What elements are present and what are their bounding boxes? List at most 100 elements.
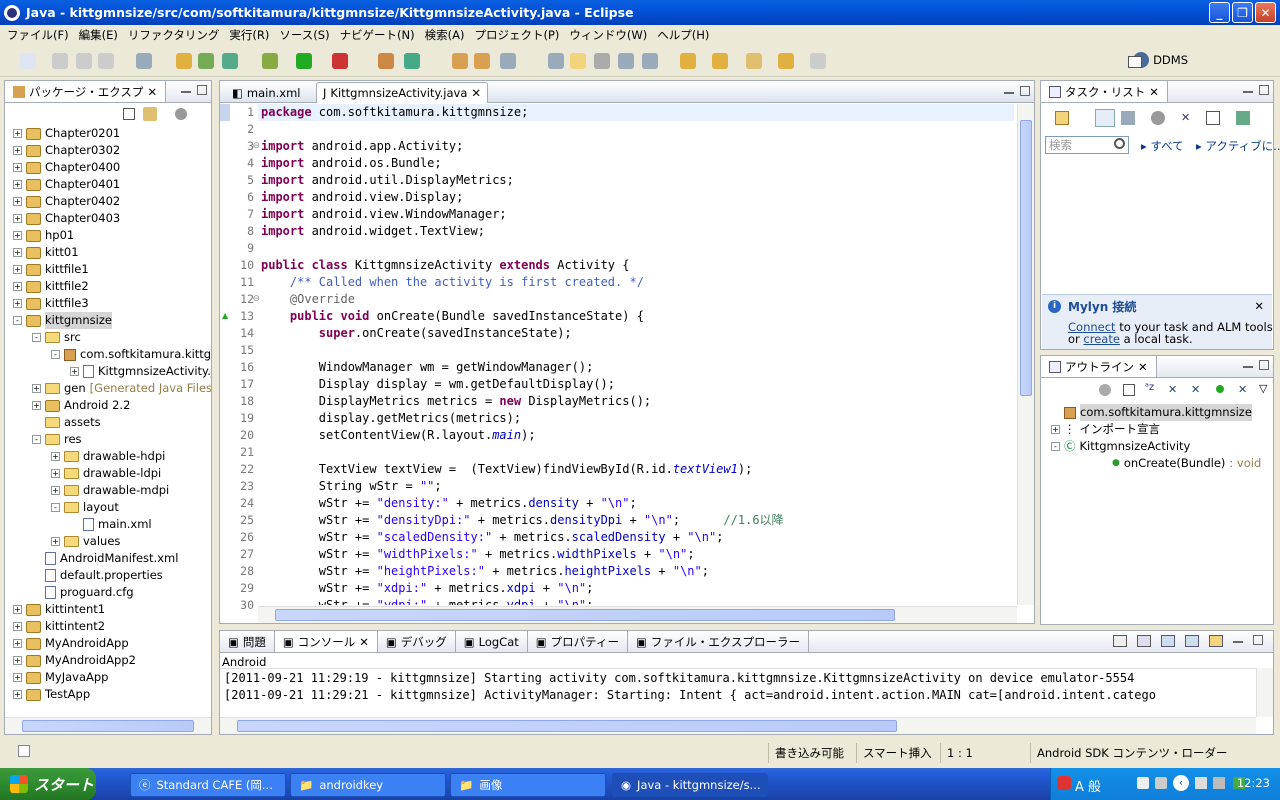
- tree-item[interactable]: + TestApp: [13, 686, 90, 703]
- expand-toggle-icon[interactable]: +: [13, 248, 22, 257]
- categorized-icon[interactable]: [1095, 109, 1115, 127]
- menu-item[interactable]: 実行(R): [224, 27, 274, 43]
- tree-item[interactable]: + gen [Generated Java Files]: [32, 380, 211, 397]
- taskbar-button[interactable]: ◉ Java - kittgmnsize/s...: [612, 773, 768, 797]
- menu-item[interactable]: ウィンドウ(W): [564, 27, 652, 43]
- expand-toggle-icon[interactable]: -: [32, 333, 41, 342]
- pin-console-icon[interactable]: [1161, 635, 1175, 647]
- bottom-tab[interactable]: ▣ LogCat: [456, 631, 528, 652]
- menu-item[interactable]: ファイル(F): [2, 27, 74, 43]
- antivirus-icon[interactable]: [1057, 776, 1071, 790]
- tree-item[interactable]: + KittgmnsizeActivity.j: [70, 363, 211, 380]
- expand-toggle-icon[interactable]: +: [13, 146, 22, 155]
- new-task-icon[interactable]: [1055, 111, 1069, 125]
- toolbar-button-icon[interactable]: [618, 53, 634, 69]
- tree-item[interactable]: default.properties: [32, 567, 163, 584]
- tree-item[interactable]: - kittgmnsize: [13, 312, 112, 329]
- expand-toggle-icon[interactable]: +: [13, 214, 22, 223]
- expand-toggle-icon[interactable]: +: [13, 299, 22, 308]
- filter-activate-link[interactable]: ▸ アクティブに...: [1196, 138, 1280, 154]
- toolbar-button-icon[interactable]: [746, 53, 762, 69]
- expand-toggle-icon[interactable]: +: [51, 469, 60, 478]
- tree-item[interactable]: + values: [51, 533, 120, 550]
- tree-item[interactable]: + kittfile1: [13, 261, 89, 278]
- bottom-tab[interactable]: ▣ デバッグ: [378, 631, 456, 652]
- maximize-view-icon[interactable]: [197, 85, 207, 95]
- maximize-button[interactable]: ❐: [1232, 2, 1253, 23]
- collapse-all-icon[interactable]: [123, 108, 135, 120]
- hide-static-icon[interactable]: ✕: [1168, 383, 1177, 396]
- bottom-tab[interactable]: ▣ コンソール ✕: [274, 631, 378, 652]
- ime-indicator[interactable]: A 般: [1075, 776, 1101, 795]
- toolbar-button-icon[interactable]: [810, 53, 826, 69]
- toolbar-button-icon[interactable]: [642, 53, 658, 69]
- taskbar-button[interactable]: 📁 androidkey: [290, 773, 446, 797]
- outline-item[interactable]: ● onCreate(Bundle) : void: [1099, 455, 1261, 472]
- expand-toggle-icon[interactable]: +: [13, 231, 22, 240]
- toolbar-button-icon[interactable]: [680, 53, 696, 69]
- minimize-button[interactable]: _: [1209, 2, 1230, 23]
- toolbar-button-icon[interactable]: [76, 53, 92, 69]
- editor-vscroll[interactable]: [1017, 104, 1034, 605]
- expand-toggle-icon[interactable]: -: [51, 503, 60, 512]
- tree-item[interactable]: - res: [32, 431, 82, 448]
- tree-item[interactable]: assets: [32, 414, 101, 431]
- maximize-view-icon[interactable]: [1259, 360, 1269, 370]
- tree-item[interactable]: + kittintent2: [13, 618, 105, 635]
- taskbar-button[interactable]: ⓔ Standard CAFE (岡...: [130, 773, 286, 797]
- minimize-view-icon[interactable]: [1243, 90, 1253, 93]
- tray-app-icon[interactable]: [1155, 777, 1167, 789]
- expand-toggle-icon[interactable]: +: [13, 690, 22, 699]
- tree-item[interactable]: + kitt01: [13, 244, 79, 261]
- expand-toggle-icon[interactable]: +: [70, 367, 79, 376]
- tree-item[interactable]: + Android 2.2: [32, 397, 130, 414]
- menu-item[interactable]: 編集(E): [74, 27, 123, 43]
- maximize-editor-icon[interactable]: [1020, 86, 1030, 96]
- tree-item[interactable]: + kittfile3: [13, 295, 89, 312]
- expand-toggle-icon[interactable]: -: [1051, 442, 1060, 451]
- focus-icon[interactable]: [1151, 111, 1165, 125]
- tree-item[interactable]: + Chapter0403: [13, 210, 120, 227]
- editor-tab[interactable]: ◧ main.xml: [226, 82, 306, 103]
- tree-item[interactable]: proguard.cfg: [32, 584, 134, 601]
- minimize-view-icon[interactable]: [1233, 640, 1243, 643]
- tree-item[interactable]: + drawable-ldpi: [51, 465, 161, 482]
- menu-item[interactable]: ソース(S): [274, 27, 334, 43]
- expand-toggle-icon[interactable]: +: [32, 401, 41, 410]
- package-explorer-hscroll[interactable]: [5, 717, 211, 734]
- toolbar-button-icon[interactable]: [176, 53, 192, 69]
- close-icon[interactable]: ✕: [1254, 299, 1264, 313]
- expand-toggle-icon[interactable]: -: [13, 316, 22, 325]
- minimize-view-icon[interactable]: [181, 90, 191, 93]
- toolbar-button-icon[interactable]: [222, 53, 238, 69]
- toolbar-button-icon[interactable]: [20, 53, 36, 69]
- outline-item[interactable]: com.softkitamura.kittgmnsize: [1051, 404, 1252, 421]
- outline-item[interactable]: - Ⓒ KittgmnsizeActivity: [1051, 438, 1190, 455]
- tab-package-explorer[interactable]: パッケージ・エクスプ ✕: [5, 81, 167, 102]
- editor-tab[interactable]: J KittgmnsizeActivity.java ✕: [316, 82, 489, 103]
- tree-item[interactable]: + MyAndroidApp2: [13, 652, 136, 669]
- expand-toggle-icon[interactable]: +: [13, 673, 22, 682]
- bottom-tab[interactable]: ▣ ファイル・エクスプローラー: [628, 631, 809, 652]
- expand-toggle-icon[interactable]: +: [13, 265, 22, 274]
- editor-hscroll[interactable]: [258, 606, 1017, 623]
- toolbar-button-icon[interactable]: [474, 53, 490, 69]
- task-search-input[interactable]: 検索: [1045, 136, 1129, 154]
- open-console-icon[interactable]: [1209, 635, 1223, 647]
- close-icon[interactable]: ✕: [1149, 85, 1159, 99]
- menu-item[interactable]: 検索(A): [420, 27, 470, 43]
- toolbar-button-icon[interactable]: [570, 53, 586, 69]
- expand-toggle-icon[interactable]: +: [13, 605, 22, 614]
- tab-outline[interactable]: アウトライン ✕: [1041, 356, 1157, 377]
- expand-toggle-icon[interactable]: +: [13, 163, 22, 172]
- taskbar-button[interactable]: 📁 画像: [450, 773, 606, 797]
- tree-item[interactable]: + kittintent1: [13, 601, 105, 618]
- tray-app-icon[interactable]: [1137, 777, 1149, 789]
- public-filter-icon[interactable]: [1216, 385, 1224, 393]
- close-icon[interactable]: ✕: [1138, 360, 1148, 374]
- minimize-editor-icon[interactable]: [1004, 91, 1014, 94]
- bottom-tab[interactable]: ▣ 問題: [220, 631, 275, 652]
- toolbar-button-icon[interactable]: [452, 53, 468, 69]
- expand-toggle-icon[interactable]: -: [32, 435, 41, 444]
- tree-item[interactable]: + MyJavaApp: [13, 669, 109, 686]
